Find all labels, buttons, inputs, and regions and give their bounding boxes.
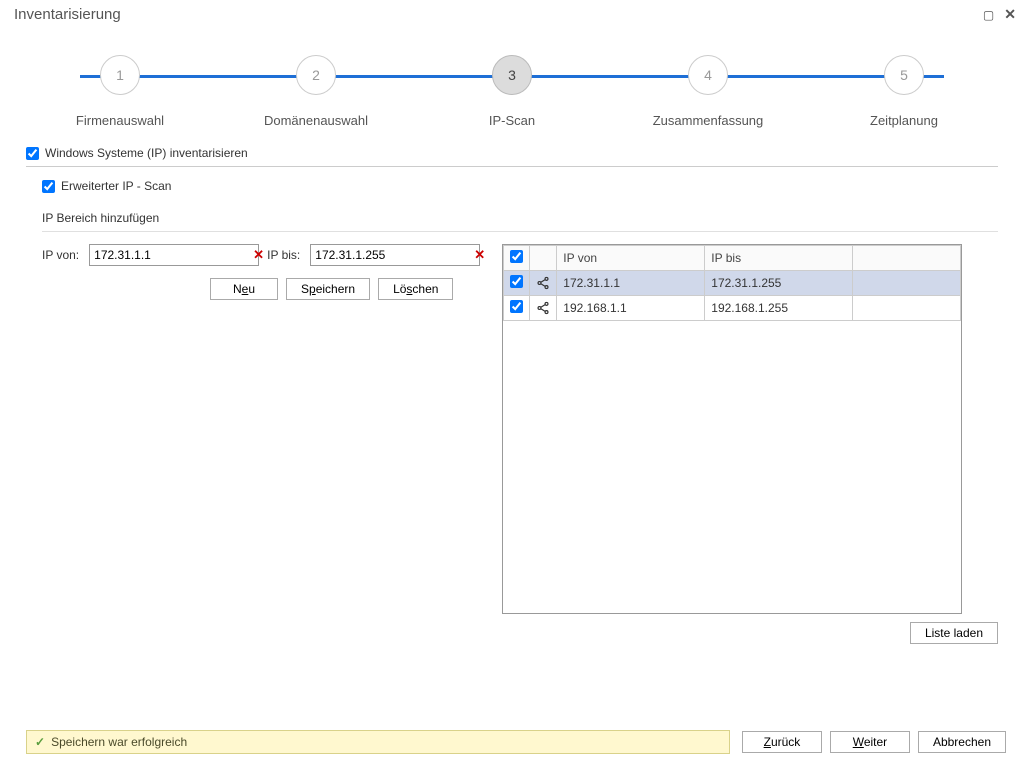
ip-from-label: IP von: [42,248,79,262]
window-title: Inventarisierung [14,6,121,23]
load-list-button[interactable]: Liste laden [910,622,998,644]
ip-to-label: IP bis: [267,248,300,262]
new-button[interactable]: Neu [210,278,278,300]
step-number: 2 [296,55,336,95]
maximize-icon[interactable]: ▢ [983,8,994,22]
step-number: 4 [688,55,728,95]
share-icon[interactable] [536,276,550,290]
table-header-extra [853,246,961,271]
row-ip-to: 172.31.1.255 [705,271,853,296]
row-ip-from: 172.31.1.1 [557,271,705,296]
step-number: 5 [884,55,924,95]
step-number: 3 [492,55,532,95]
row-checkbox[interactable] [510,275,523,288]
ip-to-input[interactable] [311,245,474,265]
cancel-button[interactable]: Abbrechen [918,731,1006,753]
checkbox-inventory-windows[interactable] [26,147,39,160]
checkbox-inventory-windows-label: Windows Systeme (IP) inventarisieren [45,146,248,160]
step-label: IP-Scan [489,113,535,128]
header-checkbox[interactable] [510,250,523,263]
step-3[interactable]: 3 IP-Scan [452,55,572,128]
step-number: 1 [100,55,140,95]
table-header-icon [530,246,557,271]
table-row[interactable]: 192.168.1.1192.168.1.255 [504,296,961,321]
step-1[interactable]: 1 Firmenauswahl [60,55,180,128]
checkbox-extended-scan-label: Erweiterter IP - Scan [61,179,171,193]
step-5[interactable]: 5 Zeitplanung [844,55,964,128]
row-checkbox[interactable] [510,300,523,313]
range-title: IP Bereich hinzufügen [42,211,998,225]
table-header-check[interactable] [504,246,530,271]
wizard-steps: 1 Firmenauswahl 2 Domänenauswahl 3 IP-Sc… [0,25,1024,128]
clear-ip-to-icon[interactable]: ✕ [474,246,485,264]
table-row[interactable]: 172.31.1.1172.31.1.255 [504,271,961,296]
clear-ip-from-icon[interactable]: ✕ [253,246,264,264]
ip-range-table: IP von IP bis 172.31.1.1172.31.1.255192.… [502,244,962,614]
row-ip-to: 192.168.1.255 [705,296,853,321]
delete-button[interactable]: Löschen [378,278,453,300]
share-icon[interactable] [536,301,550,315]
checkbox-extended-scan[interactable] [42,180,55,193]
table-header-ipto[interactable]: IP bis [705,246,853,271]
step-4[interactable]: 4 Zusammenfassung [648,55,768,128]
row-ip-from: 192.168.1.1 [557,296,705,321]
save-button[interactable]: Speichern [286,278,370,300]
check-icon: ✓ [35,735,45,749]
step-label: Zeitplanung [870,113,938,128]
row-extra [853,296,961,321]
next-button[interactable]: Weiter [830,731,910,753]
step-label: Domänenauswahl [264,113,368,128]
status-message: Speichern war erfolgreich [51,735,187,749]
step-label: Firmenauswahl [76,113,164,128]
row-extra [853,271,961,296]
back-button[interactable]: Zurück [742,731,822,753]
ip-from-input[interactable] [90,245,253,265]
step-label: Zusammenfassung [653,113,764,128]
close-icon[interactable]: ✕ [1004,6,1016,23]
status-bar: ✓ Speichern war erfolgreich [26,730,730,754]
step-2[interactable]: 2 Domänenauswahl [256,55,376,128]
table-header-ipfrom[interactable]: IP von [557,246,705,271]
